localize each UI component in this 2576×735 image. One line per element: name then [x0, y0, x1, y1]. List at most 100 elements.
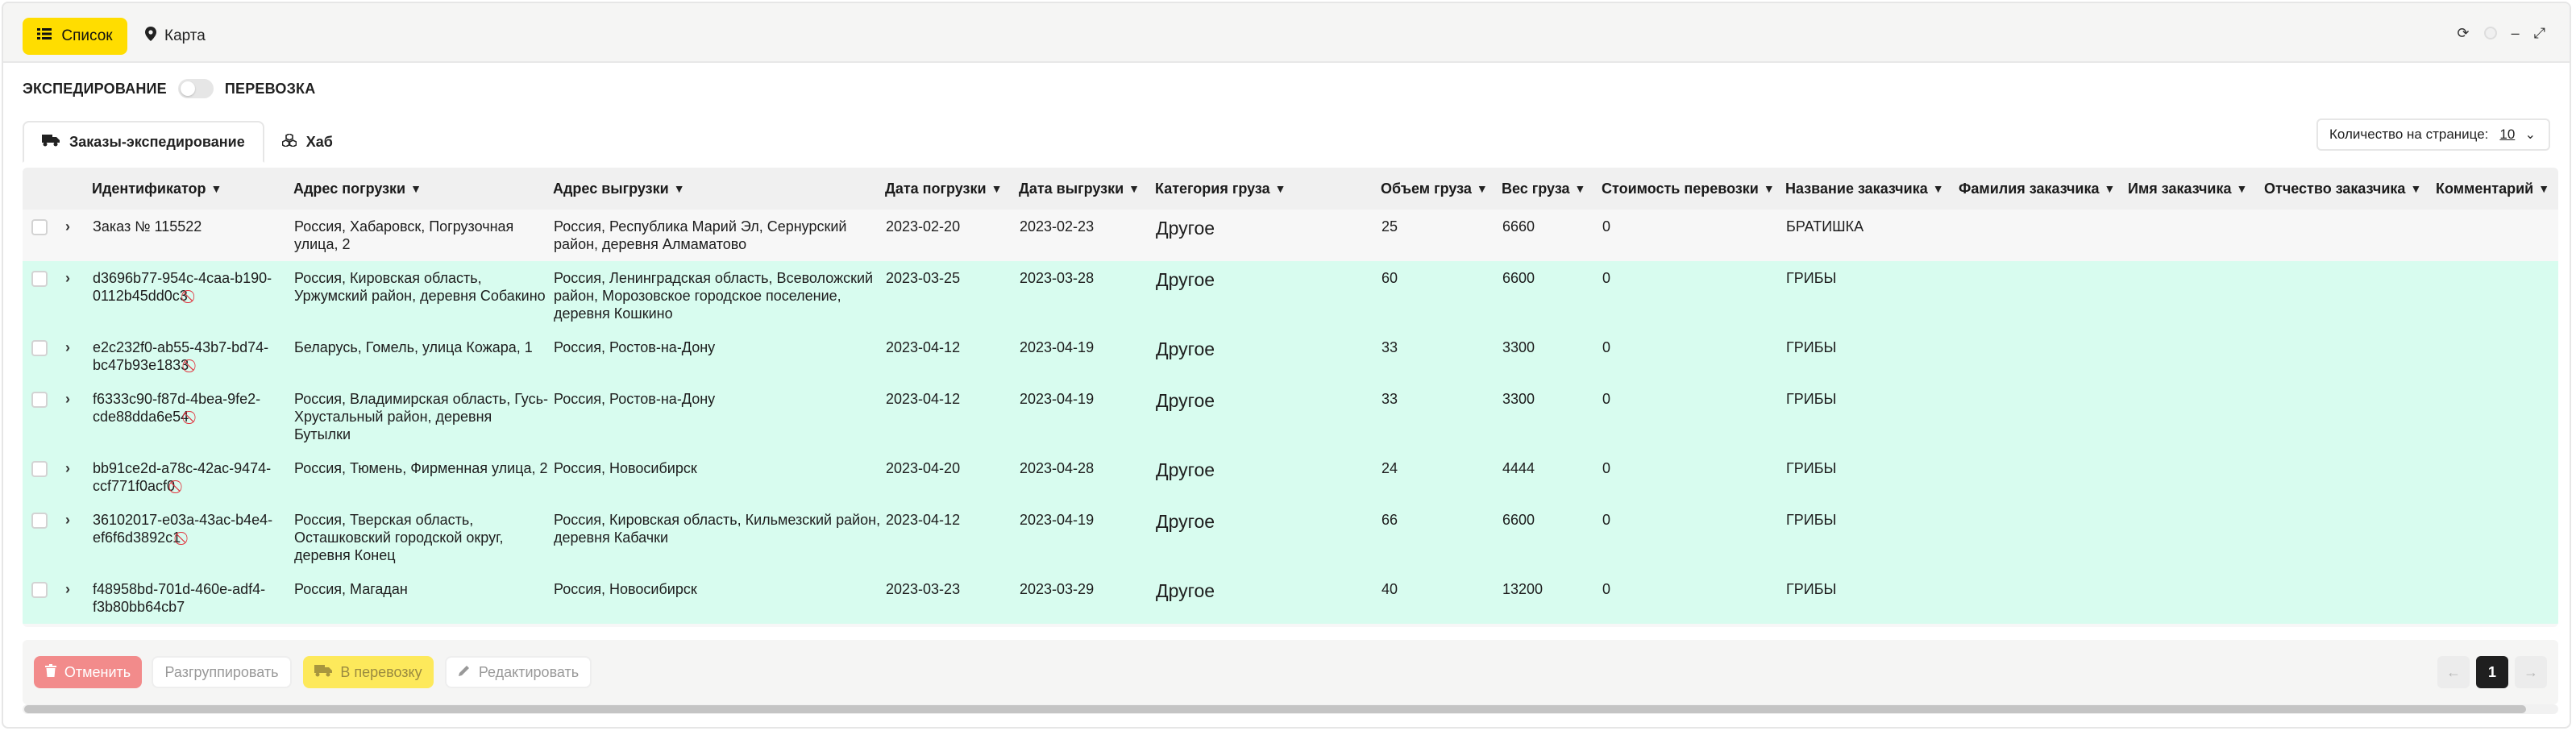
- mode-switch-row: ЭКСПЕДИРОВАНИЕ ПЕРЕВОЗКА: [23, 79, 315, 98]
- cell-load-date: 2023-04-12: [886, 339, 961, 355]
- column-header[interactable]: Дата погрузки ▼: [885, 168, 1019, 210]
- mode-toggle[interactable]: [177, 79, 214, 98]
- to-transport-button[interactable]: В перевозку: [303, 656, 434, 688]
- filter-icon[interactable]: ▼: [1575, 182, 1586, 195]
- column-header[interactable]: Идентификатор ▼: [92, 168, 293, 210]
- list-view-button[interactable]: Список: [23, 18, 127, 55]
- cell-load-address: Россия, Магадан: [294, 581, 408, 597]
- row-checkbox[interactable]: [31, 392, 48, 408]
- cell-patronymic: [2264, 382, 2436, 451]
- cell-comment: [2436, 451, 2558, 503]
- cell-load-address: Беларусь, Гомель, улица Кожара, 1: [294, 339, 533, 355]
- cell-cost: 0: [1602, 460, 1611, 476]
- scrollbar-thumb[interactable]: [24, 705, 2526, 713]
- expand-row-icon[interactable]: ›: [65, 218, 70, 235]
- tab-bar: Заказы-экспедирование Хаб: [23, 121, 351, 163]
- table-row[interactable]: › 36102017-e03a-43ac-b4e4-ef6f6d3892c1⃠ …: [23, 503, 2558, 572]
- filter-icon[interactable]: ▼: [1764, 182, 1775, 195]
- filter-icon[interactable]: ▼: [674, 182, 685, 195]
- cell-unload-address: Россия, Ленинградская область, Всеволожс…: [554, 270, 874, 322]
- row-checkbox[interactable]: [31, 582, 48, 598]
- filter-icon[interactable]: ▼: [1933, 182, 1944, 195]
- expand-row-icon[interactable]: ›: [65, 581, 70, 597]
- filter-icon[interactable]: ▼: [2410, 182, 2421, 195]
- table-row[interactable]: › f48958bd-701d-460e-adf4-f3b80bb64cb7 Р…: [23, 572, 2558, 624]
- expand-row-icon[interactable]: ›: [65, 512, 70, 528]
- expand-icon[interactable]: ⤢: [2534, 26, 2545, 40]
- refresh-icon[interactable]: ⟳: [2457, 26, 2469, 40]
- filter-icon[interactable]: ▼: [211, 182, 222, 195]
- cancel-label: Отменить: [64, 663, 131, 680]
- column-header[interactable]: Дата выгрузки ▼: [1019, 168, 1155, 210]
- column-header[interactable]: Имя заказчика ▼: [2128, 168, 2264, 210]
- cell-load-address: Россия, Тверская область, Осташковский г…: [294, 512, 504, 563]
- column-header[interactable]: Название заказчика ▼: [1785, 168, 1959, 210]
- filter-icon[interactable]: ▼: [2237, 182, 2248, 195]
- cell-customer: ГРИБЫ: [1786, 391, 1837, 407]
- map-view-button[interactable]: Карта: [145, 18, 218, 55]
- cell-weight: 3300: [1502, 391, 1535, 407]
- tab-label: Заказы-экспедирование: [69, 133, 245, 150]
- table-row[interactable]: › e2c232f0-ab55-43b7-bd74-bc47b93e1833⃠ …: [23, 330, 2558, 382]
- cell-id: e2c232f0-ab55-43b7-bd74-bc47b93e1833: [93, 339, 269, 373]
- cell-surname: [1959, 382, 2128, 451]
- cell-category: Другое: [1156, 511, 1215, 532]
- cell-load-date: 2023-04-20: [886, 460, 961, 476]
- cell-surname: [1959, 261, 2128, 330]
- filter-icon[interactable]: ▼: [991, 182, 1003, 195]
- table-row[interactable]: › Заказ № 115522 Россия, Хабаровск, Погр…: [23, 210, 2558, 261]
- header-select: [23, 168, 58, 210]
- horizontal-scrollbar[interactable]: [23, 704, 2558, 714]
- column-header[interactable]: Вес груза ▼: [1502, 168, 1602, 210]
- page-number-button[interactable]: 1: [2476, 656, 2508, 688]
- table-row[interactable]: › d3696b77-954c-4caa-b190-0112b45dd0c3⃠ …: [23, 261, 2558, 330]
- expand-row-icon[interactable]: ›: [65, 460, 70, 476]
- cell-first-name: [2128, 330, 2264, 382]
- column-header-label: Дата выгрузки: [1019, 180, 1124, 197]
- column-header[interactable]: Отчество заказчика ▼: [2264, 168, 2436, 210]
- filter-icon[interactable]: ▼: [2538, 182, 2549, 195]
- filter-icon[interactable]: ▼: [1275, 182, 1286, 195]
- cancel-button[interactable]: Отменить: [34, 656, 142, 688]
- arrow-right-icon[interactable]: →: [2515, 656, 2547, 688]
- expand-row-icon[interactable]: ›: [65, 270, 70, 286]
- map-pin-icon: [145, 27, 156, 46]
- column-header[interactable]: Стоимость перевозки ▼: [1602, 168, 1785, 210]
- filter-icon[interactable]: ▼: [1477, 182, 1488, 195]
- edit-button[interactable]: Редактировать: [445, 656, 592, 688]
- filter-icon[interactable]: ▼: [410, 182, 422, 195]
- cell-surname: [1959, 330, 2128, 382]
- arrow-left-icon[interactable]: ←: [2437, 656, 2470, 688]
- cell-load-address: Россия, Хабаровск, Погрузочная улица, 2: [294, 218, 514, 252]
- tab-forwarding-orders[interactable]: Заказы-экспедирование: [23, 121, 264, 163]
- column-header[interactable]: Адрес выгрузки ▼: [553, 168, 885, 210]
- column-header-label: Адрес выгрузки: [553, 180, 669, 197]
- ungroup-button[interactable]: Разгруппировать: [152, 656, 292, 688]
- column-header[interactable]: Категория груза ▼: [1155, 168, 1381, 210]
- cell-first-name: [2128, 382, 2264, 451]
- list-view-label: Список: [61, 27, 113, 44]
- column-header-label: Фамилия заказчика: [1959, 180, 2100, 197]
- page-size-select[interactable]: Количество на странице: 10 ⌄: [2316, 118, 2550, 151]
- tab-hub[interactable]: Хаб: [264, 121, 351, 163]
- column-header-label: Название заказчика: [1785, 180, 1928, 197]
- filter-icon[interactable]: ▼: [2104, 182, 2116, 195]
- table-row[interactable]: › bb91ce2d-a78c-42ac-9474-ccf771f0acf0⃠ …: [23, 451, 2558, 503]
- mode-right-label: ПЕРЕВОЗКА: [224, 80, 316, 97]
- row-checkbox[interactable]: [31, 513, 48, 529]
- expand-row-icon[interactable]: ›: [65, 391, 70, 407]
- cell-cost: 0: [1602, 391, 1611, 407]
- row-checkbox[interactable]: [31, 340, 48, 356]
- column-header[interactable]: Фамилия заказчика ▼: [1959, 168, 2128, 210]
- row-checkbox[interactable]: [31, 461, 48, 477]
- column-header[interactable]: Комментарий ▼: [2436, 168, 2558, 210]
- column-header[interactable]: Адрес погрузки ▼: [293, 168, 553, 210]
- cell-unload-date: 2023-04-19: [1020, 391, 1095, 407]
- column-header[interactable]: Объем груза ▼: [1381, 168, 1502, 210]
- minimize-icon[interactable]: –: [2512, 26, 2520, 40]
- row-checkbox[interactable]: [31, 219, 48, 235]
- table-row[interactable]: › f6333c90-f87d-4bea-9fe2-cde88dda6e54⃠ …: [23, 382, 2558, 451]
- row-checkbox[interactable]: [31, 271, 48, 287]
- filter-icon[interactable]: ▼: [1128, 182, 1140, 195]
- expand-row-icon[interactable]: ›: [65, 339, 70, 355]
